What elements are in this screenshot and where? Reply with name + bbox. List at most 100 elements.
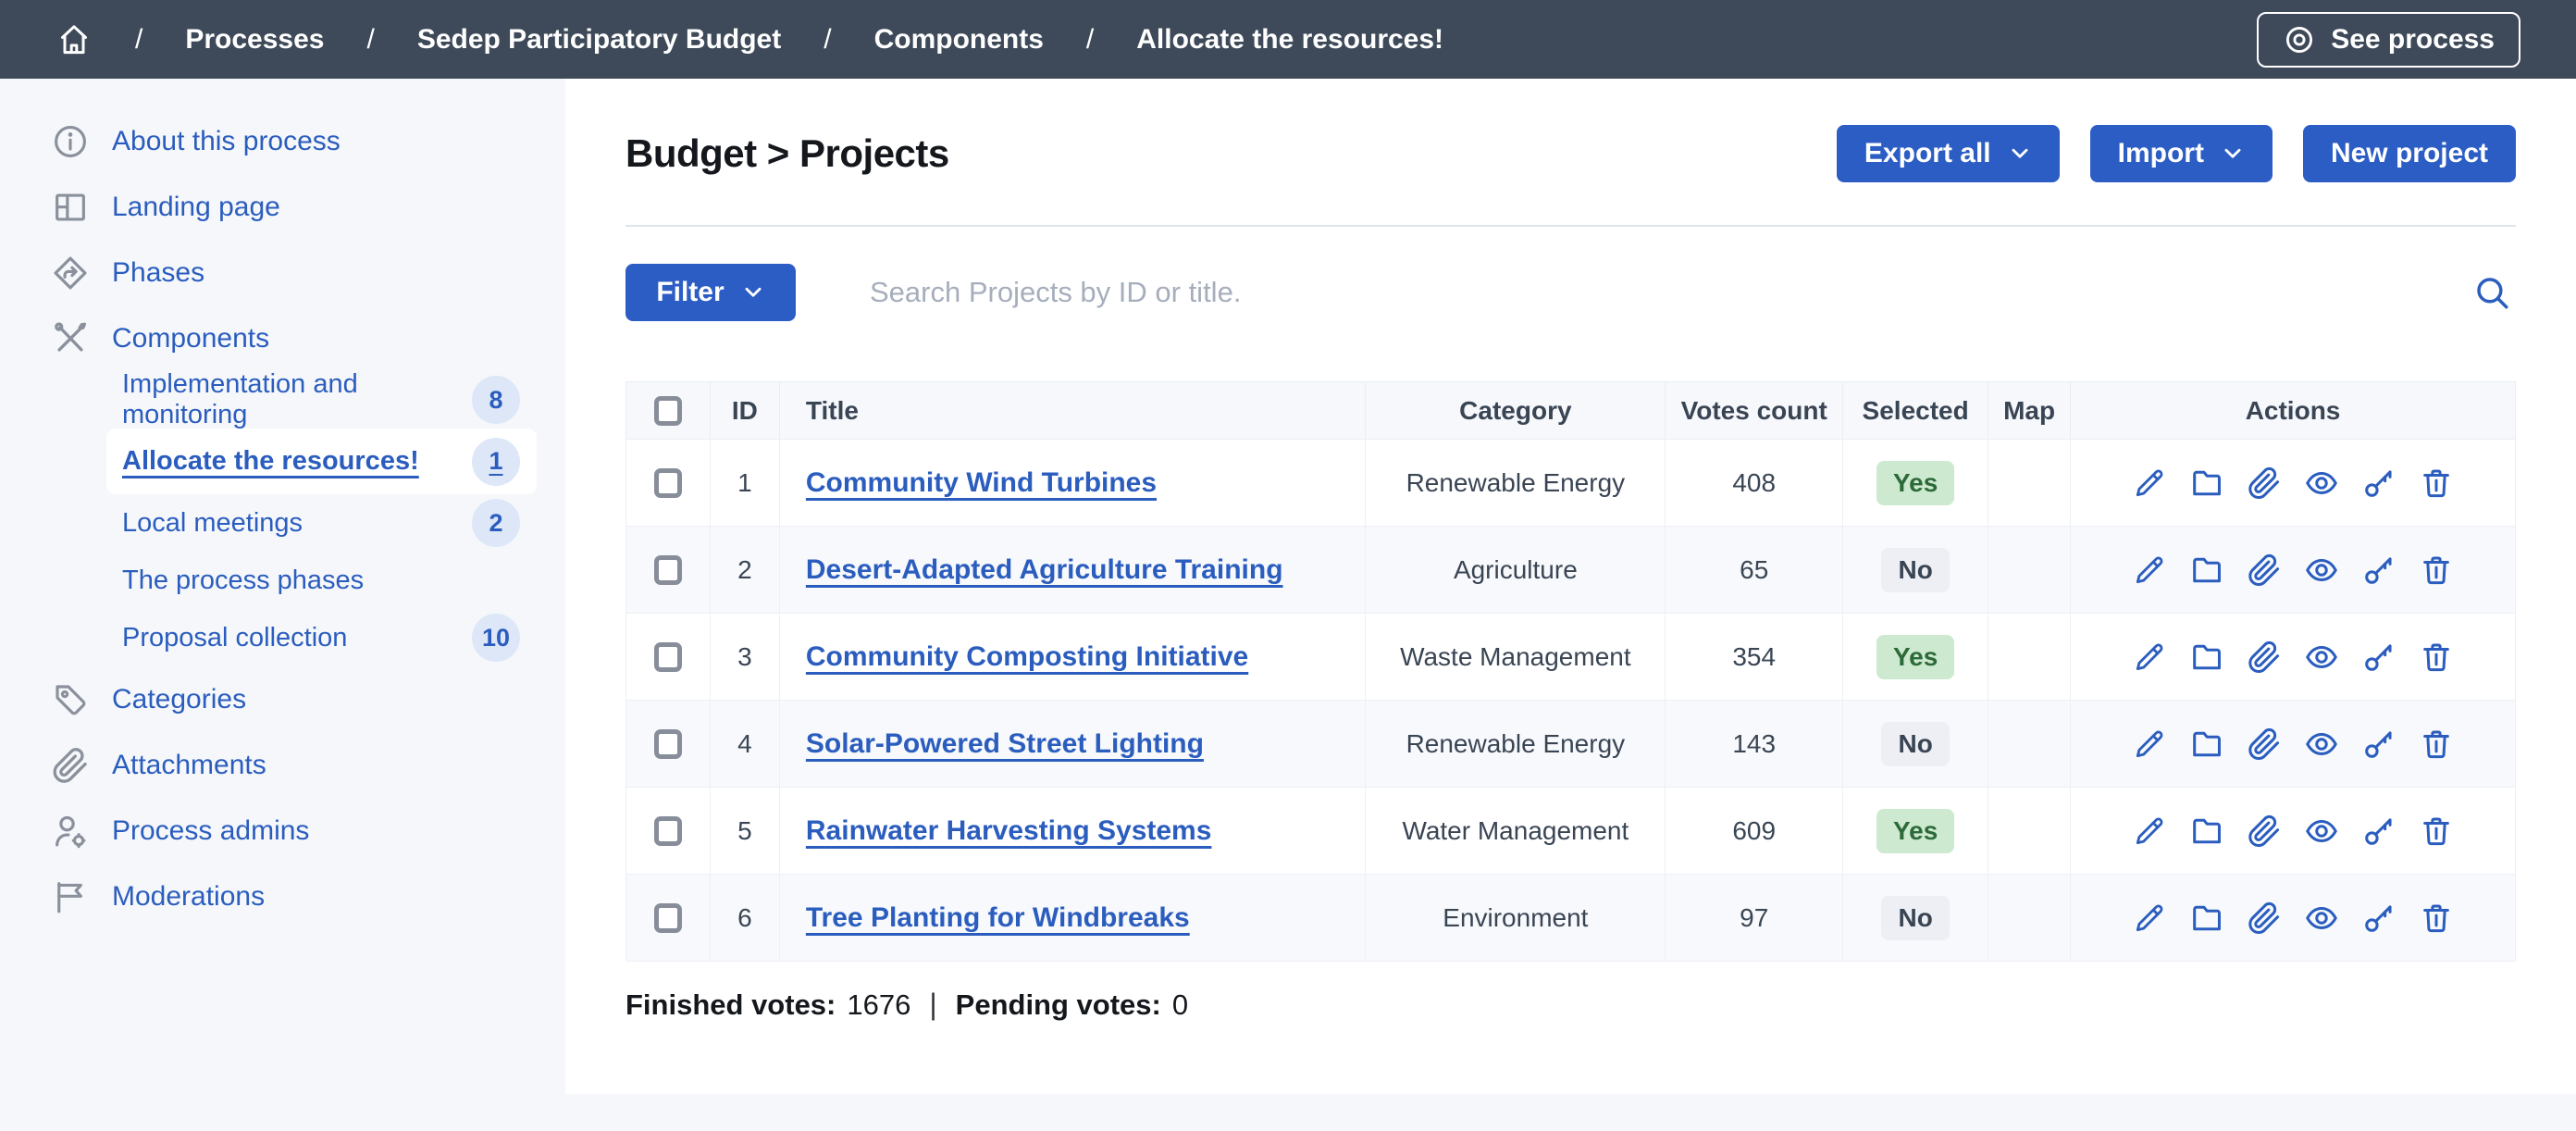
sidebar-item-allocate-the-resources[interactable]: Allocate the resources! 1	[106, 429, 537, 494]
select-all-checkbox[interactable]	[654, 396, 682, 426]
sidebar-item-local-meetings[interactable]: Local meetings 2	[106, 494, 537, 552]
sidebar-item-label: Local meetings	[122, 508, 303, 539]
folder-icon[interactable]	[2189, 727, 2224, 762]
delete-trash-icon[interactable]	[2419, 727, 2454, 762]
attachments-icon[interactable]	[2247, 640, 2282, 675]
sidebar: About this process Landing page Phases C…	[0, 79, 565, 1131]
permissions-key-icon[interactable]	[2361, 466, 2396, 501]
edit-icon[interactable]	[2132, 901, 2167, 936]
filter-button[interactable]: Filter	[625, 264, 796, 321]
new-project-button[interactable]: New project	[2303, 125, 2516, 182]
breadcrumb-components[interactable]: Components	[874, 24, 1044, 56]
row-checkbox[interactable]	[654, 903, 682, 933]
project-category: Renewable Energy	[1366, 440, 1666, 527]
sidebar-item-moderations[interactable]: Moderations	[0, 864, 565, 929]
edit-icon[interactable]	[2132, 727, 2167, 762]
row-checkbox[interactable]	[654, 729, 682, 759]
permissions-key-icon[interactable]	[2361, 727, 2396, 762]
projects-table: ID Title Category Votes count Selected M…	[625, 381, 2516, 962]
delete-trash-icon[interactable]	[2419, 901, 2454, 936]
preview-eye-icon[interactable]	[2304, 901, 2339, 936]
permissions-key-icon[interactable]	[2361, 814, 2396, 849]
edit-icon[interactable]	[2132, 814, 2167, 849]
edit-icon[interactable]	[2132, 640, 2167, 675]
folder-icon[interactable]	[2189, 466, 2224, 501]
permissions-key-icon[interactable]	[2361, 553, 2396, 588]
preview-eye-icon[interactable]	[2304, 640, 2339, 675]
preview-eye-icon[interactable]	[2304, 814, 2339, 849]
permissions-key-icon[interactable]	[2361, 640, 2396, 675]
project-votes: 408	[1666, 440, 1843, 527]
delete-trash-icon[interactable]	[2419, 466, 2454, 501]
breadcrumb-process-name[interactable]: Sedep Participatory Budget	[417, 24, 781, 56]
project-title-link[interactable]: Rainwater Harvesting Systems	[806, 815, 1212, 846]
table-row: 6 Tree Planting for Windbreaks Environme…	[626, 875, 2516, 962]
row-checkbox[interactable]	[654, 642, 682, 672]
preview-eye-icon[interactable]	[2304, 553, 2339, 588]
sidebar-item-the-process-phases[interactable]: The process phases	[106, 552, 537, 609]
project-title-link[interactable]: Community Wind Turbines	[806, 467, 1157, 498]
home-icon[interactable]	[56, 21, 93, 58]
folder-icon[interactable]	[2189, 640, 2224, 675]
finished-votes-value: 1676	[847, 988, 910, 1022]
tag-icon	[51, 680, 90, 719]
sidebar-item-label: Categories	[112, 684, 246, 715]
count-badge[interactable]: 1	[472, 438, 520, 486]
sidebar-item-label: About this process	[112, 126, 341, 157]
preview-eye-icon[interactable]	[2304, 466, 2339, 501]
see-process-button[interactable]: See process	[2257, 12, 2520, 68]
column-header-votes: Votes count	[1666, 382, 1843, 440]
search-input[interactable]	[796, 276, 2468, 309]
project-votes: 354	[1666, 614, 1843, 701]
window-icon	[51, 188, 90, 227]
chevron-down-icon	[2221, 142, 2245, 166]
pending-votes-label: Pending votes:	[956, 988, 1161, 1022]
sidebar-item-process-admins[interactable]: Process admins	[0, 798, 565, 864]
sidebar-item-label: Landing page	[112, 192, 280, 223]
sidebar-item-attachments[interactable]: Attachments	[0, 732, 565, 798]
attachments-icon[interactable]	[2247, 901, 2282, 936]
breadcrumb-processes[interactable]: Processes	[185, 24, 324, 56]
preview-eye-icon[interactable]	[2304, 727, 2339, 762]
attachments-icon[interactable]	[2247, 553, 2282, 588]
sidebar-item-components[interactable]: Components	[0, 305, 565, 371]
attachments-icon[interactable]	[2247, 814, 2282, 849]
project-title-link[interactable]: Community Composting Initiative	[806, 641, 1248, 672]
row-checkbox[interactable]	[654, 468, 682, 498]
sidebar-item-label: Components	[112, 323, 269, 354]
eye-icon	[2283, 23, 2316, 56]
delete-trash-icon[interactable]	[2419, 640, 2454, 675]
breadcrumb-current-component[interactable]: Allocate the resources!	[1136, 24, 1443, 56]
folder-icon[interactable]	[2189, 901, 2224, 936]
count-badge: 8	[472, 376, 520, 424]
folder-icon[interactable]	[2189, 553, 2224, 588]
sidebar-item-about[interactable]: About this process	[0, 108, 565, 174]
selected-badge: No	[1881, 722, 1949, 766]
project-title-link[interactable]: Tree Planting for Windbreaks	[806, 902, 1190, 933]
project-category: Agriculture	[1366, 527, 1666, 614]
project-title-link[interactable]: Solar-Powered Street Lighting	[806, 728, 1204, 759]
sidebar-item-landing-page[interactable]: Landing page	[0, 174, 565, 240]
permissions-key-icon[interactable]	[2361, 901, 2396, 936]
sidebar-item-phases[interactable]: Phases	[0, 240, 565, 305]
project-votes: 65	[1666, 527, 1843, 614]
attachments-icon[interactable]	[2247, 727, 2282, 762]
attachments-icon[interactable]	[2247, 466, 2282, 501]
edit-icon[interactable]	[2132, 466, 2167, 501]
delete-trash-icon[interactable]	[2419, 553, 2454, 588]
delete-trash-icon[interactable]	[2419, 814, 2454, 849]
main-content: Budget > Projects Export all Import New …	[565, 79, 2576, 1094]
project-title-link[interactable]: Desert-Adapted Agriculture Training	[806, 554, 1283, 585]
export-all-button[interactable]: Export all	[1837, 125, 2060, 182]
sidebar-item-implementation-and-monitoring[interactable]: Implementation and monitoring 8	[106, 371, 537, 429]
edit-icon[interactable]	[2132, 553, 2167, 588]
project-votes: 143	[1666, 701, 1843, 788]
folder-icon[interactable]	[2189, 814, 2224, 849]
sidebar-item-proposal-collection[interactable]: Proposal collection 10	[106, 609, 537, 666]
row-checkbox[interactable]	[654, 555, 682, 585]
search-button[interactable]	[2468, 268, 2516, 317]
import-button[interactable]: Import	[2090, 125, 2273, 182]
sidebar-item-categories[interactable]: Categories	[0, 666, 565, 732]
project-id: 3	[710, 614, 779, 701]
row-checkbox[interactable]	[654, 816, 682, 846]
